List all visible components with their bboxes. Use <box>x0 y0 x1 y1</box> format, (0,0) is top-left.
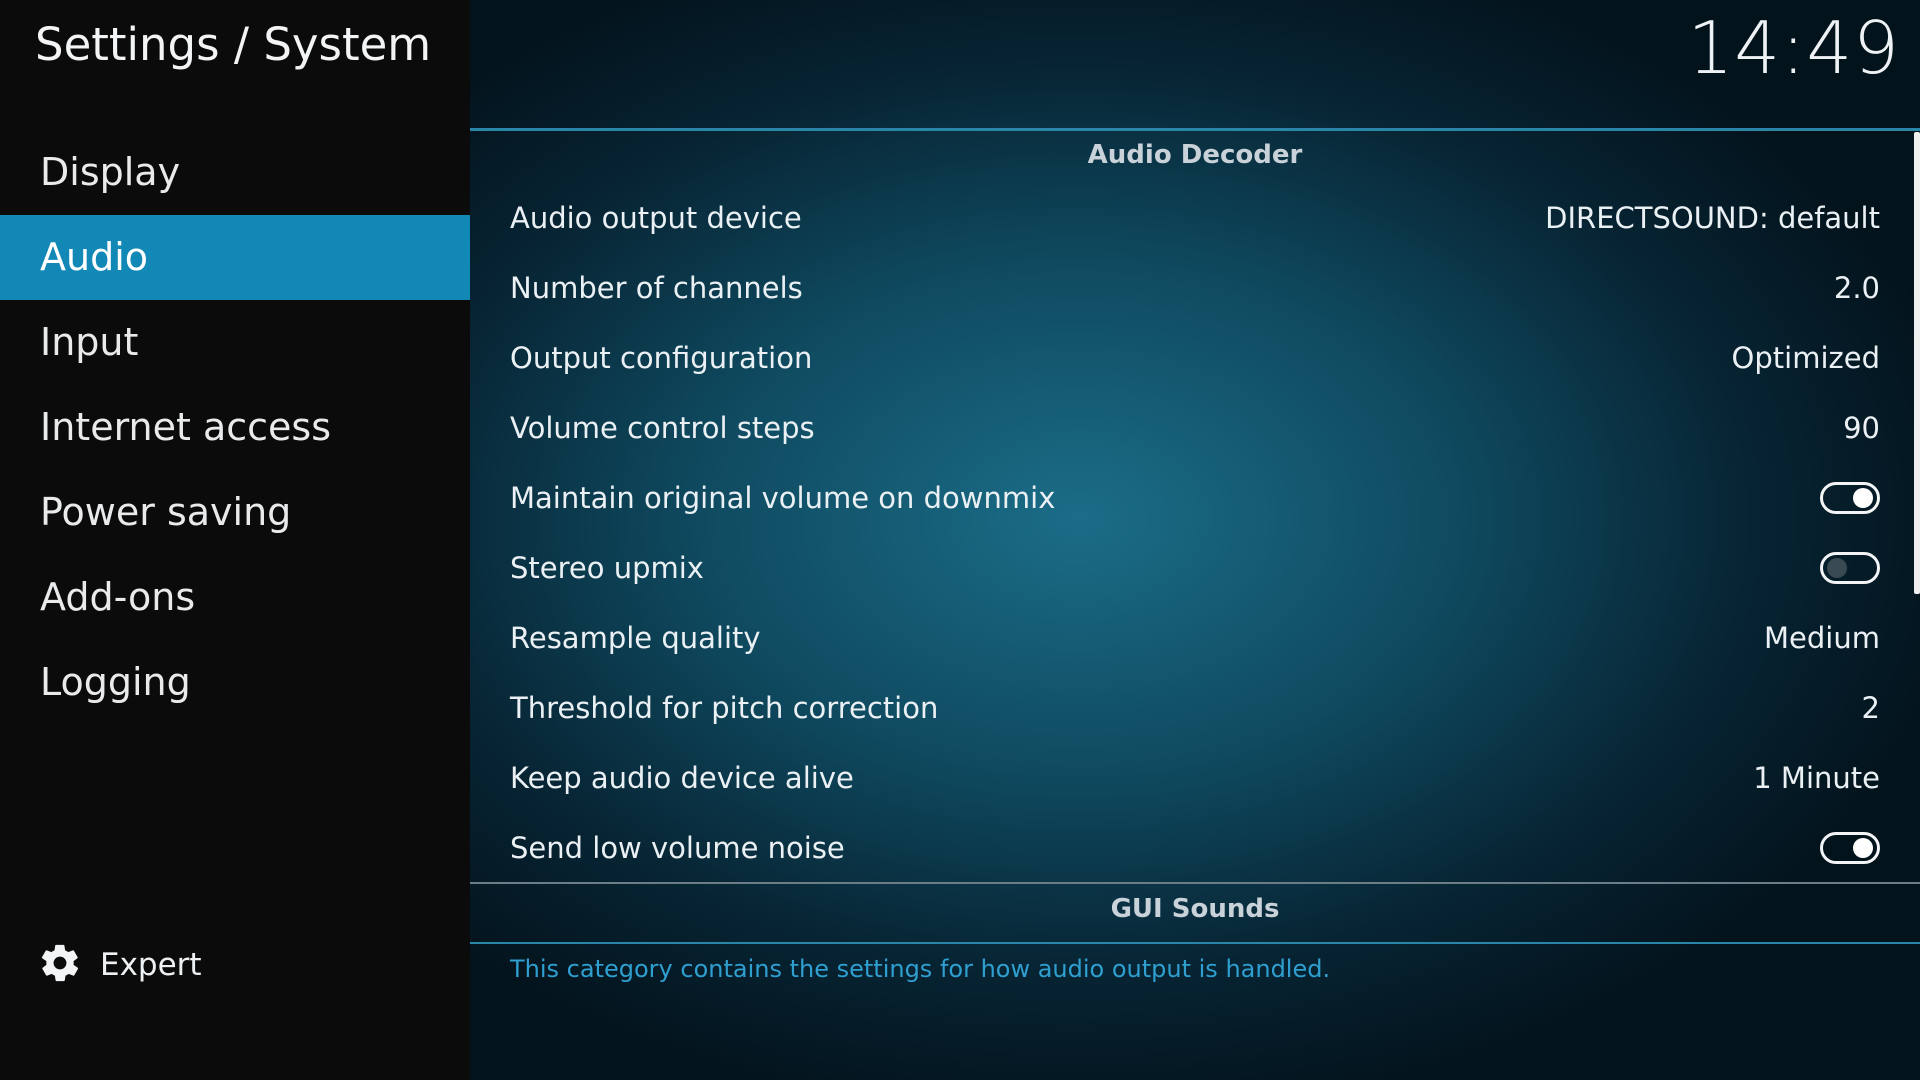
category-description: This category contains the settings for … <box>510 955 1331 983</box>
scrollbar[interactable] <box>1914 132 1920 594</box>
setting-maintain-original-volume[interactable]: Maintain original volume on downmix <box>510 463 1880 533</box>
sidebar-nav: Display Audio Input Internet access Powe… <box>0 130 470 725</box>
setting-output-configuration[interactable]: Output configuration Optimized <box>510 323 1880 393</box>
sidebar-item-internet-access[interactable]: Internet access <box>0 385 470 470</box>
setting-volume-control-steps[interactable]: Volume control steps 90 <box>510 393 1880 463</box>
setting-keep-audio-device-alive[interactable]: Keep audio device alive 1 Minute <box>510 743 1880 813</box>
setting-value: 1 Minute <box>1753 761 1880 795</box>
section-divider <box>470 882 1920 884</box>
setting-label: Threshold for pitch correction <box>510 691 939 725</box>
setting-audio-output-device[interactable]: Audio output device DIRECTSOUND: default <box>510 183 1880 253</box>
bottom-divider <box>470 942 1920 944</box>
setting-label: Resample quality <box>510 621 761 655</box>
sidebar-item-logging[interactable]: Logging <box>0 640 470 725</box>
toggle-knob <box>1853 838 1873 858</box>
setting-pitch-correction-threshold[interactable]: Threshold for pitch correction 2 <box>510 673 1880 743</box>
toggle-knob <box>1827 558 1847 578</box>
sidebar-item-input[interactable]: Input <box>0 300 470 385</box>
setting-value: 90 <box>1843 411 1880 445</box>
setting-value: Optimized <box>1731 341 1880 375</box>
setting-label: Keep audio device alive <box>510 761 854 795</box>
toggle-knob <box>1853 488 1873 508</box>
setting-value: 2.0 <box>1833 271 1880 305</box>
setting-value: DIRECTSOUND: default <box>1545 201 1880 235</box>
setting-label: Volume control steps <box>510 411 815 445</box>
setting-label: Audio output device <box>510 201 802 235</box>
setting-label: Maintain original volume on downmix <box>510 481 1056 515</box>
setting-value: 2 <box>1861 691 1880 725</box>
settings-list: Audio output device DIRECTSOUND: default… <box>510 183 1880 883</box>
setting-label: Output configuration <box>510 341 813 375</box>
page-title: Settings / System <box>35 18 432 71</box>
setting-label: Stereo upmix <box>510 551 704 585</box>
expert-label: Expert <box>100 947 202 983</box>
setting-stereo-upmix[interactable]: Stereo upmix <box>510 533 1880 603</box>
sidebar-item-power-saving[interactable]: Power saving <box>0 470 470 555</box>
top-divider <box>470 128 1920 131</box>
clock: 14:49 <box>1687 6 1900 90</box>
section-title-audio-decoder: Audio Decoder <box>1087 140 1303 170</box>
sidebar-item-add-ons[interactable]: Add-ons <box>0 555 470 640</box>
sidebar-item-display[interactable]: Display <box>0 130 470 215</box>
settings-panel: 14:49 Audio Decoder Audio output device … <box>470 0 1920 1080</box>
setting-label: Send low volume noise <box>510 831 845 865</box>
section-title-gui-sounds[interactable]: GUI Sounds <box>470 894 1920 924</box>
toggle-switch[interactable] <box>1820 832 1880 864</box>
expert-level-button[interactable]: Expert <box>38 940 202 990</box>
setting-send-low-volume-noise[interactable]: Send low volume noise <box>510 813 1880 883</box>
setting-resample-quality[interactable]: Resample quality Medium <box>510 603 1880 673</box>
toggle-switch[interactable] <box>1820 552 1880 584</box>
gear-icon <box>38 941 82 989</box>
sidebar: Settings / System Display Audio Input In… <box>0 0 470 1080</box>
toggle-switch[interactable] <box>1820 482 1880 514</box>
setting-value: Medium <box>1764 621 1880 655</box>
setting-label: Number of channels <box>510 271 803 305</box>
setting-number-of-channels[interactable]: Number of channels 2.0 <box>510 253 1880 323</box>
sidebar-item-audio[interactable]: Audio <box>0 215 470 300</box>
